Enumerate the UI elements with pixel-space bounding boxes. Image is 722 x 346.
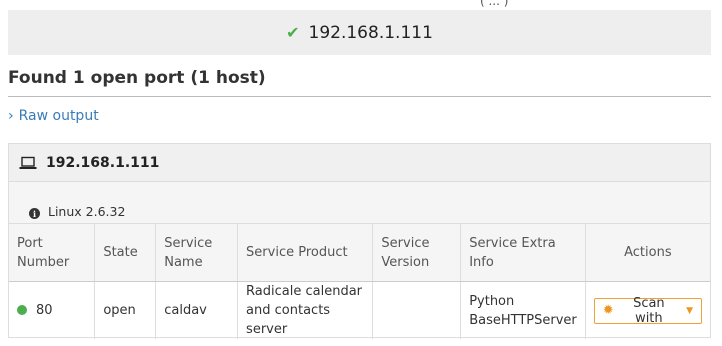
raw-output-toggle[interactable]: › Raw output [8,108,99,124]
header-service-version[interactable]: Service Version [372,223,462,282]
cell-service-name: caldav [155,281,239,339]
info-icon: i [29,208,40,219]
cell-port: 80 [9,281,96,339]
cell-service-product: Radicale calendar and contacts server [237,281,374,339]
table-header-row: Port Number State Service Name Service P… [9,223,710,282]
raw-output-label: Raw output [18,108,99,124]
cell-actions: ✹ Scan with ▼ [585,282,710,340]
host-panel-header: 192.168.1.111 [9,144,710,182]
header-state[interactable]: State [94,223,157,282]
gear-icon: ✹ [602,303,614,318]
os-label: Linux 2.6.32 [48,204,126,219]
cell-service-extra-info: Python BaseHTTPServer [460,281,586,339]
scan-summary-title: Found 1 open port (1 host) [8,68,711,97]
os-info: i Linux 2.6.32 [9,182,710,223]
cell-service-version [372,281,462,339]
host-banner: ✔ 192.168.1.111 [8,10,711,55]
chevron-right-icon: › [8,108,14,124]
header-service-extra-info[interactable]: Service Extra Info [460,223,586,282]
header-actions: Actions [585,223,710,282]
caret-down-icon: ▼ [686,305,693,316]
clipped-top-text: ( ... ) [480,0,509,8]
host-panel: 192.168.1.111 i Linux 2.6.32 Port Number… [8,143,711,339]
header-port-number[interactable]: Port Number [9,223,96,282]
header-service-name[interactable]: Service Name [155,223,239,282]
ports-table: Port Number State Service Name Service P… [9,223,710,339]
scan-with-label: Scan with [633,295,665,326]
banner-host: 192.168.1.111 [308,22,433,43]
check-icon: ✔ [286,23,300,42]
scan-with-button[interactable]: ✹ Scan with ▼ [593,295,702,326]
status-dot-icon [17,305,27,315]
cell-state: open [94,281,157,339]
host-panel-title: 192.168.1.111 [46,154,160,171]
table-row: 80 open caldav Radicale calendar and con… [9,281,710,340]
laptop-icon [19,156,37,169]
header-service-product[interactable]: Service Product [237,223,374,282]
